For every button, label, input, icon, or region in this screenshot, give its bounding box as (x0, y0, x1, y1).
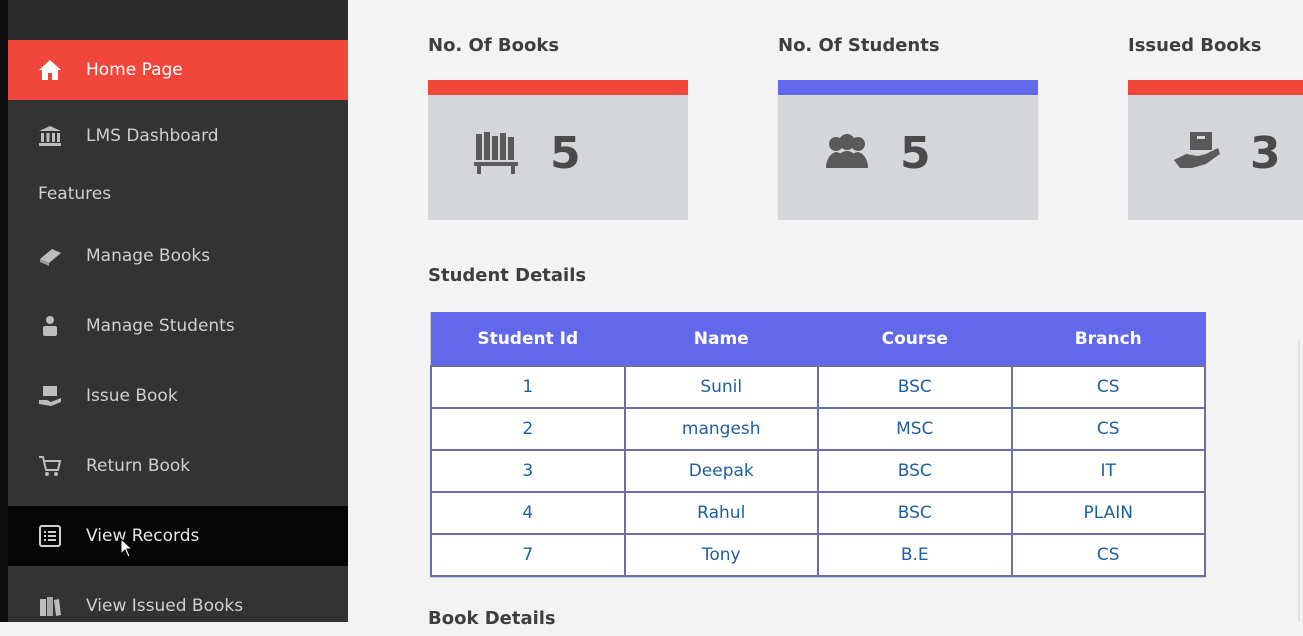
sidebar-item-label: Manage Students (86, 316, 235, 336)
sidebar-item-label: Return Book (86, 456, 191, 476)
issue-book-icon (36, 382, 64, 410)
main-content: No. Of Books 5 No. Of Students 5 Issued … (348, 0, 1303, 629)
cell-branch[interactable]: IT (1010, 449, 1206, 493)
book-details-title: Book Details (428, 608, 556, 629)
student-details-table: Student Id Name Course Branch 1 Sunil BS… (430, 312, 1206, 577)
sidebar-item-home-page[interactable]: Home Page (8, 40, 348, 100)
students-count-card: 5 (778, 80, 1038, 220)
sidebar-item-label: Manage Books (86, 246, 211, 266)
sidebar-top (8, 0, 348, 40)
cart-icon (36, 452, 64, 480)
cell-name[interactable]: Rahul (623, 491, 819, 535)
cell-student-id[interactable]: 1 (430, 365, 626, 409)
card-accent-bar (428, 80, 688, 95)
sidebar-item-view-issued-books[interactable]: View Issued Books (8, 576, 348, 636)
table-row[interactable]: 1 Sunil BSC CS (430, 365, 1206, 409)
student-details-table-container: Student Id Name Course Branch 1 Sunil BS… (430, 312, 1206, 578)
cell-course[interactable]: BSC (817, 491, 1013, 535)
table-row[interactable]: 7 Tony B.E CS (430, 533, 1206, 577)
cell-name[interactable]: Sunil (623, 365, 819, 409)
sidebar-item-issue-book[interactable]: Issue Book (8, 366, 348, 426)
cell-student-id[interactable]: 3 (430, 449, 626, 493)
sidebar-item-lms-dashboard[interactable]: LMS Dashboard (8, 106, 348, 166)
hand-box-icon (1174, 132, 1220, 168)
cell-branch[interactable]: CS (1010, 407, 1206, 451)
sidebar-item-manage-books[interactable]: Manage Books (8, 226, 348, 286)
column-header-student-id[interactable]: Student Id (430, 312, 625, 367)
sidebar-item-label: Home Page (86, 60, 183, 80)
column-header-branch[interactable]: Branch (1011, 312, 1206, 367)
sidebar-item-view-records[interactable]: View Records (8, 506, 348, 566)
cell-student-id[interactable]: 7 (430, 533, 626, 577)
books-count-card: 5 (428, 80, 688, 220)
column-header-course[interactable]: Course (817, 312, 1012, 367)
books-count-value: 5 (550, 128, 581, 179)
students-count-value: 5 (900, 128, 931, 179)
sidebar-item-manage-students[interactable]: Manage Students (8, 296, 348, 356)
sidebar-item-label: Issue Book (86, 386, 178, 406)
column-header-name[interactable]: Name (624, 312, 819, 367)
cell-branch[interactable]: CS (1010, 533, 1206, 577)
student-details-title: Student Details (428, 265, 587, 286)
cell-name[interactable]: Deepak (623, 449, 819, 493)
table-header-row: Student Id Name Course Branch (430, 312, 1206, 367)
books-icon (36, 592, 64, 620)
book-icon (36, 242, 64, 270)
list-icon (36, 522, 64, 550)
card-accent-bar (1128, 80, 1303, 95)
window-edge (0, 0, 8, 622)
users-icon (826, 134, 868, 168)
cell-branch[interactable]: CS (1010, 365, 1206, 409)
card-title-books: No. Of Books (428, 35, 560, 56)
cell-student-id[interactable]: 2 (430, 407, 626, 451)
cell-name[interactable]: mangesh (623, 407, 819, 451)
cell-course[interactable]: MSC (817, 407, 1013, 451)
sidebar-item-label: View Records (86, 526, 200, 546)
bookshelf-icon (474, 132, 518, 174)
sidebar: Home Page LMS Dashboard Features Manage … (8, 0, 348, 622)
table-row[interactable]: 2 mangesh MSC CS (430, 407, 1206, 451)
scroll-divider (1298, 340, 1300, 622)
cell-course[interactable]: BSC (817, 449, 1013, 493)
cell-name[interactable]: Tony (623, 533, 819, 577)
cell-course[interactable]: B.E (817, 533, 1013, 577)
cell-course[interactable]: BSC (817, 365, 1013, 409)
home-icon (36, 56, 64, 84)
cell-student-id[interactable]: 4 (430, 491, 626, 535)
user-icon (36, 312, 64, 340)
table-row[interactable]: 4 Rahul BSC PLAIN (430, 491, 1206, 535)
sidebar-item-return-book[interactable]: Return Book (8, 436, 348, 496)
sidebar-item-label: LMS Dashboard (86, 126, 219, 146)
cell-branch[interactable]: PLAIN (1010, 491, 1206, 535)
card-accent-bar (778, 80, 1038, 95)
sidebar-item-label: View Issued Books (86, 596, 244, 616)
issued-books-count-value: 3 (1250, 128, 1281, 179)
card-title-issued: Issued Books (1128, 35, 1262, 56)
bank-icon (36, 122, 64, 150)
issued-books-card: 3 (1128, 80, 1303, 220)
card-title-students: No. Of Students (778, 35, 940, 56)
table-row[interactable]: 3 Deepak BSC IT (430, 449, 1206, 493)
sidebar-section-label: Features (38, 184, 112, 204)
mouse-cursor-icon (120, 538, 134, 558)
